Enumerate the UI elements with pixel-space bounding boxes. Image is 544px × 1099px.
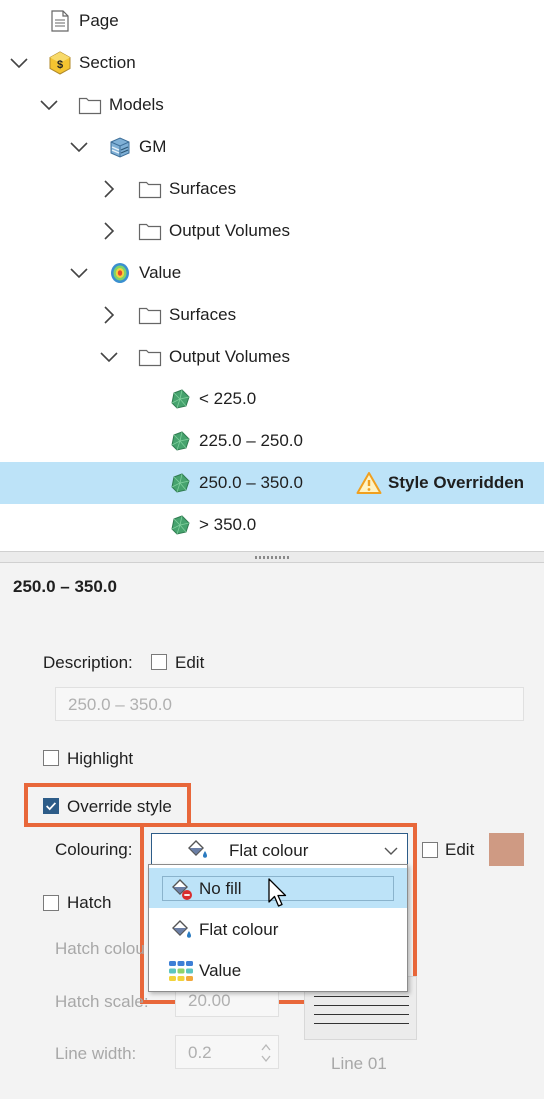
check-icon	[44, 799, 58, 813]
tree-item-value-surfaces[interactable]: Surfaces	[0, 294, 544, 336]
description-edit-checkbox[interactable]	[151, 654, 167, 670]
numeric-model-icon	[108, 261, 132, 285]
tree-item-gm[interactable]: GM	[0, 126, 544, 168]
tree-item-label: 225.0 – 250.0	[199, 431, 303, 450]
tree-item-page[interactable]: Page	[0, 0, 544, 42]
chevron-right-icon[interactable]	[99, 221, 119, 241]
volume-icon	[168, 429, 192, 453]
folder-icon	[138, 303, 162, 327]
volume-icon	[168, 387, 192, 411]
tree-item-label: Models	[109, 95, 164, 114]
line-width-value: 0.2	[188, 1043, 212, 1062]
folder-icon	[138, 177, 162, 201]
hatch-scale-label: Hatch scale:	[55, 992, 149, 1011]
folder-icon	[138, 345, 162, 369]
no-fill-icon	[168, 877, 194, 901]
tree-item-label: Value	[139, 263, 182, 282]
highlight-label[interactable]: Highlight	[67, 749, 133, 769]
flat-colour-icon	[185, 838, 209, 862]
tree-item-label: Page	[79, 11, 119, 30]
description-edit-label[interactable]: Edit	[175, 653, 204, 673]
tree-item-label: Output Volumes	[169, 347, 290, 366]
tree-item-value-output-volumes[interactable]: Output Volumes	[0, 336, 544, 378]
chevron-down-icon[interactable]	[9, 53, 29, 73]
value-colour-icon	[168, 959, 194, 983]
section-icon	[48, 51, 72, 75]
line-style-label: Line 01	[331, 1054, 387, 1073]
tree-item-section[interactable]: Section	[0, 42, 544, 84]
pane-splitter[interactable]	[0, 551, 544, 563]
override-style-checkbox[interactable]	[43, 798, 59, 814]
option-label: Flat colour	[199, 920, 279, 939]
option-label: No fill	[199, 879, 242, 898]
tree-item-label: < 225.0	[199, 389, 257, 408]
tree-item-volume[interactable]: > 350.0	[0, 504, 544, 546]
tree-item-label: Surfaces	[169, 179, 237, 198]
colour-swatch[interactable]	[489, 833, 524, 866]
mouse-cursor-icon	[268, 878, 287, 907]
colouring-label: Colouring:	[55, 840, 133, 859]
flat-colour-icon	[168, 918, 194, 942]
hatch-checkbox[interactable]	[43, 895, 59, 911]
project-tree: Page Section Models GM Surfaces Output V…	[0, 0, 544, 551]
spinner-arrows-icon[interactable]	[260, 1041, 272, 1065]
tree-item-gm-output-volumes[interactable]: Output Volumes	[0, 210, 544, 252]
properties-panel: 250.0 – 350.0 Description: Edit 250.0 – …	[0, 563, 544, 1099]
line-width-label: Line width:	[55, 1044, 137, 1063]
line-width-spinner[interactable]: 0.2	[175, 1035, 279, 1069]
chevron-right-icon[interactable]	[99, 305, 119, 325]
page-icon	[48, 9, 72, 33]
tree-item-label: > 350.0	[199, 515, 257, 534]
tree-item-volume[interactable]: < 225.0	[0, 378, 544, 420]
colouring-select[interactable]: Flat colour	[151, 833, 408, 867]
chevron-down-icon[interactable]	[69, 263, 89, 283]
volume-icon	[168, 471, 192, 495]
description-value: 250.0 – 350.0	[68, 695, 172, 714]
hatch-scale-value: 20.00	[188, 991, 231, 1010]
hatch-label[interactable]: Hatch	[67, 893, 111, 913]
chevron-down-icon[interactable]	[99, 347, 119, 367]
tree-item-volume-selected[interactable]: 250.0 – 350.0 Style Overridden	[0, 462, 544, 504]
tree-item-label: Surfaces	[169, 305, 237, 324]
tree-item-volume[interactable]: 225.0 – 250.0	[0, 420, 544, 462]
warning-icon	[356, 471, 382, 495]
option-flat-colour[interactable]: Flat colour	[149, 909, 407, 949]
description-field[interactable]: 250.0 – 350.0	[55, 687, 524, 721]
volume-icon	[168, 513, 192, 537]
folder-icon	[78, 93, 102, 117]
colour-edit-checkbox[interactable]	[422, 842, 438, 858]
tree-item-value[interactable]: Value	[0, 252, 544, 294]
override-style-label[interactable]: Override style	[67, 797, 172, 817]
tree-item-label: Output Volumes	[169, 221, 290, 240]
style-overridden-status: Style Overridden	[388, 473, 525, 492]
chevron-down-icon[interactable]	[39, 95, 59, 115]
tree-item-label: Section	[79, 53, 136, 72]
tree-item-label: 250.0 – 350.0	[199, 473, 303, 492]
geological-model-icon	[108, 135, 132, 159]
description-label: Description:	[43, 653, 133, 672]
chevron-down-icon[interactable]	[69, 137, 89, 157]
option-value[interactable]: Value	[149, 950, 407, 990]
hatch-colour-label: Hatch colou	[55, 939, 145, 958]
splitter-grip[interactable]	[255, 556, 289, 559]
colouring-value: Flat colour	[229, 841, 309, 860]
chevron-down-icon[interactable]	[383, 843, 399, 859]
colour-edit-label[interactable]: Edit	[445, 840, 474, 860]
chevron-right-icon[interactable]	[99, 179, 119, 199]
tree-item-models[interactable]: Models	[0, 84, 544, 126]
option-label: Value	[199, 961, 242, 980]
folder-icon	[138, 219, 162, 243]
tree-item-gm-surfaces[interactable]: Surfaces	[0, 168, 544, 210]
properties-title: 250.0 – 350.0	[13, 577, 117, 596]
highlight-checkbox[interactable]	[43, 750, 59, 766]
tree-item-label: GM	[139, 137, 167, 156]
